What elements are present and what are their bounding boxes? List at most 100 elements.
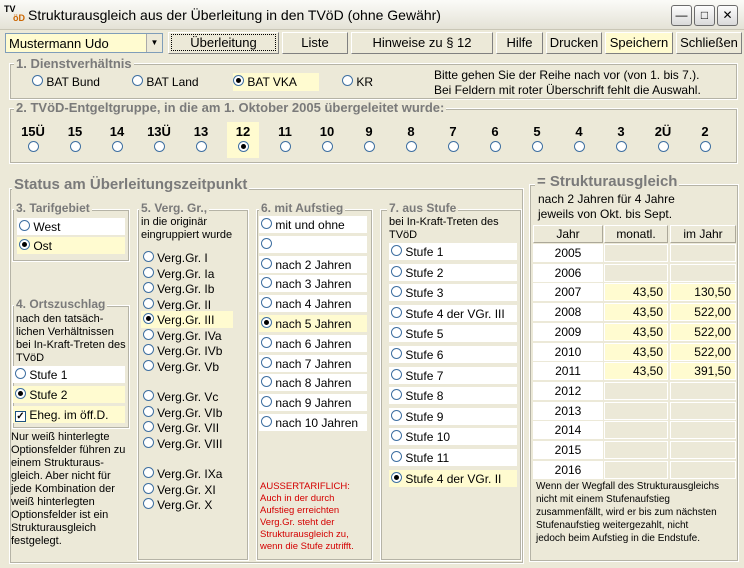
- radio-circle[interactable]: [391, 409, 402, 421]
- radio-circle[interactable]: [261, 396, 272, 408]
- radio-stufe-1-oz[interactable]: Stufe 1: [13, 366, 125, 383]
- radio-verg-gr[interactable]: Verg.Gr. IXa: [141, 465, 222, 482]
- radio-circle[interactable]: [391, 348, 402, 359]
- radio-verg-gr[interactable]: Verg.Gr. Vb: [141, 358, 219, 375]
- radio-bat-bund[interactable]: BAT Bund: [32, 75, 100, 89]
- radio-aufstieg[interactable]: nach 7 Jahren: [259, 354, 367, 372]
- schliessen-button[interactable]: Schließen: [676, 32, 742, 54]
- radio-verg-gr[interactable]: Verg.Gr. Ib: [141, 280, 214, 297]
- radio-circle[interactable]: [391, 471, 402, 483]
- radio-aufstieg[interactable]: nach 9 Jahren: [259, 394, 367, 412]
- radio-circle[interactable]: [391, 451, 402, 462]
- radio-circle[interactable]: [261, 356, 272, 368]
- speichern-button[interactable]: Speichern: [605, 32, 673, 54]
- close-window-button[interactable]: ✕: [717, 5, 738, 26]
- radio-stufe[interactable]: Stufe 7: [389, 366, 517, 384]
- radio-circle[interactable]: [261, 376, 272, 388]
- hilfe-button[interactable]: Hilfe: [496, 32, 543, 54]
- entgeltgruppe-option[interactable]: 6: [479, 122, 511, 158]
- entgeltgruppe-option[interactable]: 14: [101, 122, 133, 158]
- entgeltgruppe-option[interactable]: 12: [227, 122, 259, 158]
- radio-circle[interactable]: [143, 344, 154, 355]
- eheg-checkbox[interactable]: ✓ Eheg. im öff.D.: [13, 406, 125, 423]
- radio-circle[interactable]: [531, 141, 543, 152]
- radio-circle[interactable]: [657, 141, 669, 152]
- radio-stufe[interactable]: Stufe 10: [389, 428, 517, 446]
- radio-verg-gr[interactable]: Verg.Gr. VIII: [141, 435, 222, 452]
- radio-bat-land[interactable]: BAT Land: [132, 75, 199, 89]
- entgeltgruppe-option[interactable]: 13Ü: [143, 122, 175, 158]
- radio-circle[interactable]: [391, 265, 402, 277]
- radio-aufstieg[interactable]: mit und ohne: [259, 216, 367, 233]
- radio-circle[interactable]: [143, 251, 154, 262]
- radio-verg-gr[interactable]: Verg.Gr. I: [141, 249, 208, 266]
- radio-circle[interactable]: [261, 416, 272, 427]
- radio-circle[interactable]: [391, 368, 402, 380]
- radio-circle[interactable]: [143, 359, 154, 371]
- radio-circle[interactable]: [143, 390, 154, 401]
- radio-circle[interactable]: [363, 141, 375, 152]
- radio-circle[interactable]: [573, 141, 585, 152]
- entgeltgruppe-option[interactable]: 15: [59, 122, 91, 158]
- entgeltgruppe-option[interactable]: 5: [521, 122, 553, 158]
- radio-circle[interactable]: [143, 405, 154, 417]
- radio-circle[interactable]: [143, 467, 154, 478]
- radio-aufstieg[interactable]: nach 6 Jahren: [259, 334, 367, 352]
- radio-circle[interactable]: [261, 277, 272, 289]
- entgeltgruppe-option[interactable]: 11: [269, 122, 301, 158]
- radio-circle[interactable]: [143, 297, 154, 309]
- radio-circle[interactable]: [143, 266, 154, 278]
- entgeltgruppe-option[interactable]: 15Ü: [17, 122, 49, 158]
- radio-verg-gr[interactable]: Verg.Gr. II: [141, 296, 211, 313]
- radio-verg-gr[interactable]: Verg.Gr. Ia: [141, 265, 214, 282]
- radio-circle[interactable]: [391, 245, 402, 256]
- radio-circle[interactable]: [447, 141, 459, 152]
- radio-aufstieg[interactable]: nach 5 Jahren: [259, 315, 367, 332]
- radio-verg-gr[interactable]: Verg.Gr. IVb: [141, 342, 222, 359]
- radio-stufe[interactable]: Stufe 1: [389, 243, 517, 260]
- radio-circle[interactable]: [391, 430, 402, 442]
- radio-stufe[interactable]: Stufe 11: [389, 449, 517, 466]
- radio-circle[interactable]: [261, 257, 272, 269]
- entgeltgruppe-option[interactable]: 8: [395, 122, 427, 158]
- radio-circle[interactable]: [391, 306, 402, 318]
- radio-circle[interactable]: [279, 141, 291, 152]
- radio-circle[interactable]: [261, 218, 272, 229]
- radio-circle[interactable]: [237, 141, 249, 152]
- radio-circle[interactable]: [195, 141, 207, 152]
- radio-stufe[interactable]: Stufe 4 der VGr. III: [389, 304, 517, 322]
- radio-aufstieg[interactable]: nach 2 Jahren: [259, 255, 367, 273]
- radio-circle[interactable]: [261, 297, 272, 309]
- radio-stufe[interactable]: Stufe 8: [389, 387, 517, 405]
- radio-circle[interactable]: [391, 286, 402, 298]
- radio-verg-gr[interactable]: Verg.Gr. IVa: [141, 327, 222, 344]
- maximize-button[interactable]: □: [694, 5, 715, 26]
- radio-circle[interactable]: [405, 141, 417, 152]
- radio-circle[interactable]: [321, 141, 333, 152]
- radio-stufe[interactable]: Stufe 6: [389, 346, 517, 363]
- radio-stufe[interactable]: Stufe 4 der VGr. II: [389, 469, 517, 487]
- radio-verg-gr[interactable]: Verg.Gr. XI: [141, 481, 216, 498]
- minimize-button[interactable]: —: [671, 5, 692, 26]
- radio-stufe[interactable]: Stufe 9: [389, 407, 517, 425]
- entgeltgruppe-option[interactable]: 4: [563, 122, 595, 158]
- entgeltgruppe-option[interactable]: 3: [605, 122, 637, 158]
- radio-circle[interactable]: [143, 313, 154, 324]
- radio-aufstieg[interactable]: nach 10 Jahren: [259, 414, 367, 431]
- radio-stufe-2-oz[interactable]: Stufe 2: [13, 386, 125, 403]
- entgeltgruppe-option[interactable]: 7: [437, 122, 469, 158]
- radio-verg-gr[interactable]: Verg.Gr. VII: [141, 419, 219, 436]
- radio-circle[interactable]: [615, 141, 627, 152]
- radio-circle[interactable]: [143, 282, 154, 293]
- radio-circle[interactable]: [391, 389, 402, 401]
- radio-stufe[interactable]: Stufe 2: [389, 263, 517, 281]
- radio-circle[interactable]: [69, 141, 81, 152]
- radio-aufstieg[interactable]: [259, 235, 367, 253]
- radio-ost[interactable]: Ost: [17, 237, 125, 254]
- radio-circle[interactable]: [143, 328, 154, 340]
- radio-circle[interactable]: [143, 436, 154, 448]
- radio-aufstieg[interactable]: nach 4 Jahren: [259, 295, 367, 313]
- ueberleitung-button[interactable]: Überleitung: [168, 32, 279, 54]
- radio-circle[interactable]: [153, 141, 165, 152]
- drucken-button[interactable]: Drucken: [546, 32, 602, 54]
